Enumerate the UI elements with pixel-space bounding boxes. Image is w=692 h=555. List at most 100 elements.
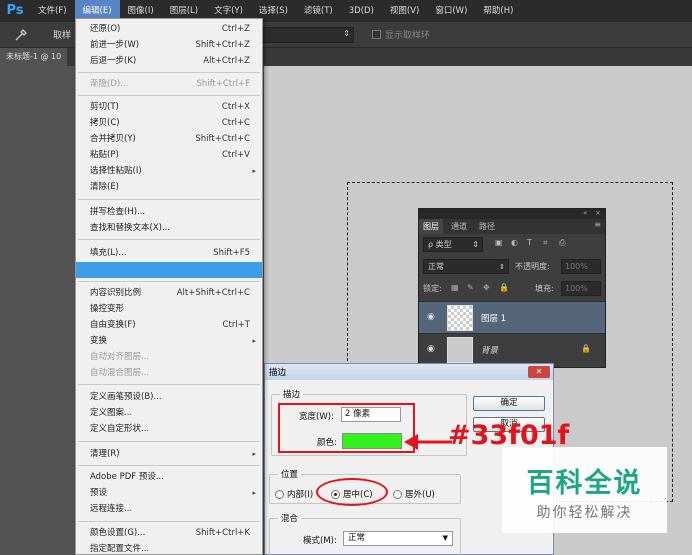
close-icon[interactable]: ✕ [528,366,550,378]
menu-item-fill[interactable]: 填充(L)... Shift+F5 [76,245,262,261]
menu-item-copy[interactable]: 拷贝(C) Ctrl+C [76,115,262,131]
blend-mode-value: 正常 [428,262,444,271]
eyedropper-icon[interactable] [14,28,28,42]
layer-row-background[interactable]: ◉ 背景 🔒 [419,333,605,365]
menu-item-define-pattern[interactable]: 定义图案... [76,405,262,421]
collapse-icon[interactable]: « [583,209,587,217]
menu-item-paste[interactable]: 粘贴(P) Ctrl+V [76,147,262,163]
menu-separator [78,465,260,466]
opacity-label: 不透明度: [515,262,550,271]
menu-separator [78,239,260,240]
menu-item-remote-connections[interactable]: 远程连接... [76,501,262,517]
menu-item-cut[interactable]: 剪切(T) Ctrl+X [76,99,262,115]
menu-item-assign-profile[interactable]: 指定配置文件... [76,541,262,555]
filter-type-select[interactable]: ρ 类型 ⇕ [423,237,483,252]
filter-shape-icon[interactable]: ⌗ [543,238,553,248]
radio-outside-label: 居外(U) [405,490,435,500]
ok-button[interactable]: 确定 [473,396,545,411]
watermark-subtitle: 助你轻松解决 [536,505,633,521]
menu-help[interactable]: 帮助(H) [475,0,521,22]
shortcut: Alt+Ctrl+Z [203,56,250,66]
menu-item-undo[interactable]: 还原(O) Ctrl+Z [76,21,262,37]
eye-icon[interactable]: ◉ [427,312,435,322]
menu-item-copy-merged[interactable]: 合并拷贝(Y) Shift+Ctrl+C [76,131,262,147]
radio-inside-dot[interactable] [275,489,284,499]
menu-item-purge[interactable]: 清理(R) ▸ [76,446,262,462]
menu-3d[interactable]: 3D(D) [341,0,382,22]
menu-filter[interactable]: 滤镜(T) [296,0,341,22]
tab-paths[interactable]: 路径 [475,219,499,234]
filter-pixel-icon[interactable]: ▣ [495,238,505,248]
lock-move-icon[interactable]: ✥ [483,283,490,292]
menu-view[interactable]: 视图(V) [382,0,427,22]
filter-adjustment-icon[interactable]: ◐ [511,238,521,248]
tab-channels[interactable]: 通道 [447,219,471,234]
mode-value: 正常 [348,533,366,543]
layer-row-layer1[interactable]: ◉ 图层 1 [419,301,605,333]
eye-icon[interactable]: ◉ [427,344,435,354]
menu-item-stroke[interactable]: 描边(S)... [76,262,262,278]
filter-arrow-icon: ⇕ [472,240,479,249]
menu-item-define-shape[interactable]: 定义自定形状... [76,421,262,437]
menu-item-step-forward[interactable]: 前进一步(W) Shift+Ctrl+Z [76,37,262,53]
menu-file[interactable]: 文件(F) [30,0,75,22]
menu-item-auto-blend[interactable]: 自动混合图层... [76,365,262,381]
menu-item-spell-check[interactable]: 拼写检查(H)... [76,204,262,220]
menu-item-fade[interactable]: 渐隐(D)... Shift+Ctrl+F [76,76,262,92]
layer-name: 背景 [481,346,499,356]
dialog-titlebar[interactable]: 描边 ✕ [265,364,553,380]
panel-tabs: 图层 通道 路径 ≡ [419,219,605,234]
show-ring-checkbox[interactable] [372,30,381,39]
lock-brush-icon[interactable]: ✎ [467,283,474,292]
menu-item-label: 定义自定形状... [90,424,150,434]
menu-separator [78,199,260,200]
radio-outside-dot[interactable] [393,489,402,499]
document-tab[interactable]: 未标题-1 @ 10 [0,48,68,66]
position-group-label: 位置 [278,468,302,480]
mode-select[interactable]: 正常 ▼ [343,531,453,546]
menu-item-auto-align[interactable]: 自动对齐图层... [76,349,262,365]
tab-layers[interactable]: 图层 [419,219,443,234]
layer-thumbnail [447,337,473,363]
lock-all-icon[interactable]: 🔒 [499,283,509,292]
fill-input[interactable]: 100% [561,281,601,296]
menu-item-find-replace[interactable]: 查找和替换文本(X)... [76,220,262,236]
sample-size-label[interactable]: 取样 [53,28,71,41]
menu-item-puppet-warp[interactable]: 操控变形 [76,301,262,317]
radio-outside[interactable]: 居外(U) [393,488,435,500]
filter-smart-object-icon[interactable]: ⎙ [559,238,569,248]
sample-select[interactable]: ⇕ [262,27,354,43]
menu-item-free-transform[interactable]: 自由变换(F) Ctrl+T [76,317,262,333]
close-icon[interactable]: × [595,209,601,217]
menu-item-content-aware-scale[interactable]: 内容识别比例 Alt+Shift+Ctrl+C [76,285,262,301]
panel-menu-icon[interactable]: ≡ [594,220,601,229]
lock-label: 锁定: [423,284,442,293]
menu-item-color-settings[interactable]: 颜色设置(G)... Shift+Ctrl+K [76,525,262,541]
menu-item-label: 指定配置文件... [90,544,150,554]
menu-item-label: 清除(E) [90,182,120,192]
menu-item-label: Adobe PDF 预设... [90,472,164,482]
lock-transparent-icon[interactable]: ▦ [451,283,459,292]
menu-item-define-brush[interactable]: 定义画笔预设(B)... [76,389,262,405]
shortcut: Shift+Ctrl+K [195,528,250,538]
menu-item-clear[interactable]: 清除(E) [76,179,262,195]
radio-inside[interactable]: 内部(I) [275,488,313,500]
shortcut: Ctrl+Z [221,24,250,34]
menu-item-label: 渐隐(D)... [90,79,129,89]
menu-item-step-backward[interactable]: 后退一步(K) Alt+Ctrl+Z [76,53,262,69]
filter-type-icon[interactable]: T [527,238,537,248]
radio-inside-label: 内部(I) [287,490,314,500]
opacity-input[interactable]: 100% [561,259,601,274]
menu-separator [78,281,260,282]
lock-row: 锁定: ▦ ✎ ✥ 🔒 填充: 100% [423,281,603,297]
menu-item-presets[interactable]: 预设 ▸ [76,485,262,501]
submenu-arrow-icon: ▸ [252,167,256,175]
lock-icon: 🔒 [581,344,591,353]
menu-item-transform[interactable]: 变换 ▸ [76,333,262,349]
menu-item-pdf-presets[interactable]: Adobe PDF 预设... [76,469,262,485]
show-sampling-ring[interactable]: 显示取样环 [372,28,430,41]
dialog-title: 描边 [269,368,287,378]
menu-window[interactable]: 窗口(W) [427,0,475,22]
menu-item-paste-special[interactable]: 选择性粘贴(I) ▸ [76,163,262,179]
blend-mode-select[interactable]: 正常 ⇕ [423,259,509,274]
